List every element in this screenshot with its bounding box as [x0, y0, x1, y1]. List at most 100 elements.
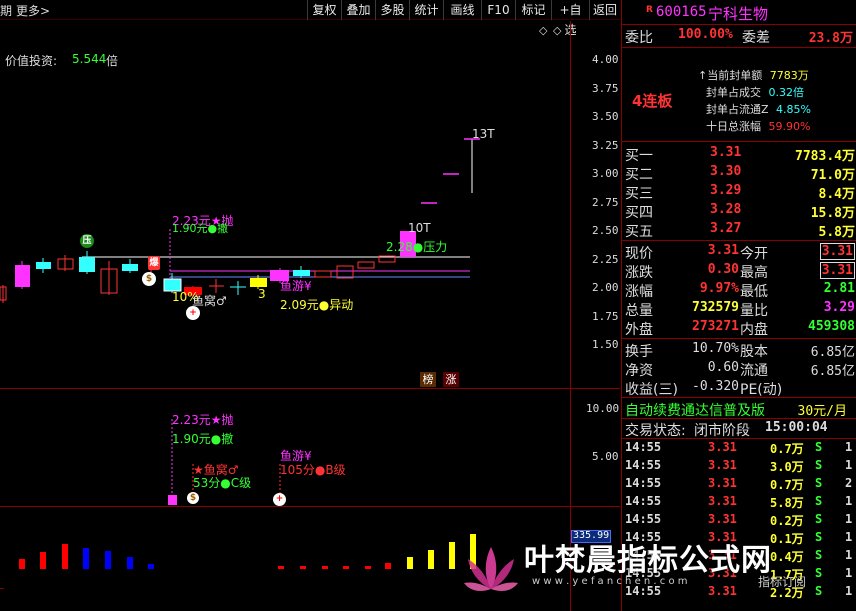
candle	[357, 261, 375, 269]
trade-price: 3.31	[708, 512, 737, 526]
bid-row[interactable]: 买四 3.28 15.8万	[622, 201, 856, 221]
bid-row[interactable]: 买一 3.31 7783.4万	[622, 144, 856, 164]
trade-count: 1	[845, 530, 853, 544]
trade-status-label: 交易状态:	[625, 423, 686, 439]
stat-label: 量比	[740, 303, 768, 319]
draw-line-button[interactable]: 画线	[443, 0, 481, 20]
chart-area[interactable]: ◇ ◇ 价值投资: 5.544 倍 4.00 3.75 3.50 3.25 3.…	[0, 21, 620, 611]
explode-badge: 爆	[148, 256, 160, 270]
overlay-button[interactable]: 叠加	[341, 0, 375, 20]
divider	[622, 397, 856, 398]
trade-row: 14:55 3.31 0.7万 S 2	[622, 475, 856, 493]
bid-volume: 7783.4万	[795, 149, 855, 164]
f10-button[interactable]: F10	[481, 0, 515, 20]
trade-volume: 0.7万	[770, 478, 804, 492]
volume-bar	[40, 552, 46, 569]
rise-badge[interactable]: 涨	[443, 372, 459, 387]
trade-row: 14:55 3.31 0.1万 S 1	[622, 529, 856, 547]
restore-rights-button[interactable]: 复权	[307, 0, 341, 20]
weicha-value: 23.8万	[808, 31, 853, 46]
trade-volume: 5.8万	[770, 496, 804, 510]
trade-price: 3.31	[708, 440, 737, 454]
bid-row[interactable]: 买二 3.30 71.0万	[622, 163, 856, 183]
candle	[15, 265, 30, 287]
sub-withdraw-label: 1.90元●撤	[172, 432, 234, 446]
y-tick: 3.25	[592, 139, 619, 152]
mark-button[interactable]: 标记	[515, 0, 551, 20]
ad-text[interactable]: 自动续费通达信普及版	[625, 400, 765, 420]
volume-bar	[385, 563, 391, 569]
trade-time: 14:55	[625, 512, 662, 526]
thirteen-t-label: 13T	[472, 127, 495, 141]
bid-row[interactable]: 买三 3.29 8.4万	[622, 182, 856, 202]
seal-value: 7783万	[769, 69, 809, 82]
seal-value: 0.32倍	[768, 86, 805, 99]
seal-info: ↑当前封单额 7783万 封单占成交 0.32倍 封单占流通Z 4.85% 十日…	[698, 67, 854, 135]
trade-price: 3.31	[708, 584, 737, 598]
trade-row: 14:55 3.31 5.8万 S 1	[622, 493, 856, 511]
trade-price: 3.31	[708, 494, 737, 508]
y-tick: 3.50	[592, 110, 619, 123]
stat-label: 收益(三)	[625, 382, 678, 398]
candle	[250, 278, 267, 287]
price-chart-svg	[0, 138, 480, 303]
withdraw-label: 1.90元●撤	[172, 222, 229, 235]
stock-code[interactable]: 600165	[656, 4, 707, 20]
trade-side: S	[815, 566, 823, 580]
abnormal-label: 2.09元●异动	[280, 298, 354, 312]
stat-value: 0.30	[707, 262, 739, 277]
bid-row[interactable]: 买五 3.27 5.8万	[622, 220, 856, 240]
stat-value: 6.85亿	[810, 345, 855, 360]
add-watchlist-button[interactable]: +自选	[551, 0, 589, 37]
y-tick: 3.75	[592, 82, 619, 95]
sub-y-tick: 10.00	[586, 402, 620, 415]
sub-money-glyph: $	[189, 493, 197, 503]
rank-badge-text: 榜	[422, 373, 434, 386]
subscription-ad[interactable]: 自动续费通达信普及版 30元/月	[622, 399, 856, 420]
trade-time: 14:55	[625, 566, 662, 580]
seal-label: 封单占流通Z	[706, 103, 769, 116]
period-label: 期	[0, 4, 13, 18]
multi-stock-button[interactable]: 多股	[375, 0, 409, 20]
trade-price: 3.31	[708, 530, 737, 544]
r-tag-text: R	[646, 5, 653, 15]
stat-label: 净资	[625, 363, 653, 379]
seal-row: 十日总涨幅 59.90%	[698, 118, 854, 135]
trade-status-row: 交易状态: 闭市阶段 15:00:04	[622, 419, 856, 439]
stat-label: 股本	[740, 344, 768, 360]
weibi-value: 100.00%	[678, 27, 733, 42]
volume-bar	[449, 542, 455, 569]
trade-side: S	[815, 440, 823, 454]
statistics-button[interactable]: 统计	[409, 0, 443, 20]
volume-bar	[105, 551, 111, 569]
volume-readout: 335.99	[571, 530, 611, 543]
volume-bar	[428, 550, 434, 569]
divider	[622, 240, 856, 241]
trade-count: 2	[845, 476, 853, 490]
bid-label: 买四	[625, 205, 653, 221]
volume-bar	[19, 559, 25, 569]
bid-volume: 71.0万	[810, 168, 855, 183]
rank-badge[interactable]: 榜	[420, 372, 436, 387]
trade-count: 1	[845, 440, 853, 454]
quote-panel: R 600165 宁科生物 委比 100.00% 委差 23.8万 4连板 ↑当…	[621, 0, 856, 611]
volume-readout-value: 335.99	[573, 530, 610, 541]
ad-price[interactable]: 30元/月	[798, 400, 847, 419]
stat-label: 现价	[625, 246, 653, 262]
back-button[interactable]: 返回	[589, 0, 620, 20]
rise-badge-text: 涨	[445, 373, 457, 386]
fishswim-label: 鱼游¥	[280, 279, 312, 293]
stat-label: PE(动)	[740, 382, 783, 398]
trade-count: 1	[845, 548, 853, 562]
stat-value: 3.31	[707, 243, 739, 258]
trade-row: 14:55 3.31 3.0万 S 1	[622, 457, 856, 475]
stat-label: 最高	[740, 265, 768, 281]
sub-c-level-label: 53分●C级	[193, 476, 252, 490]
more-button[interactable]: 更多>	[16, 2, 50, 19]
stat-label: 总量	[625, 303, 653, 319]
seal-label: ↑当前封单额	[698, 69, 763, 82]
stock-name[interactable]: 宁科生物	[708, 3, 768, 24]
pressure-badge: 压	[80, 234, 94, 248]
trade-time: 14:55	[625, 548, 662, 562]
bid-price: 3.30	[710, 164, 742, 179]
